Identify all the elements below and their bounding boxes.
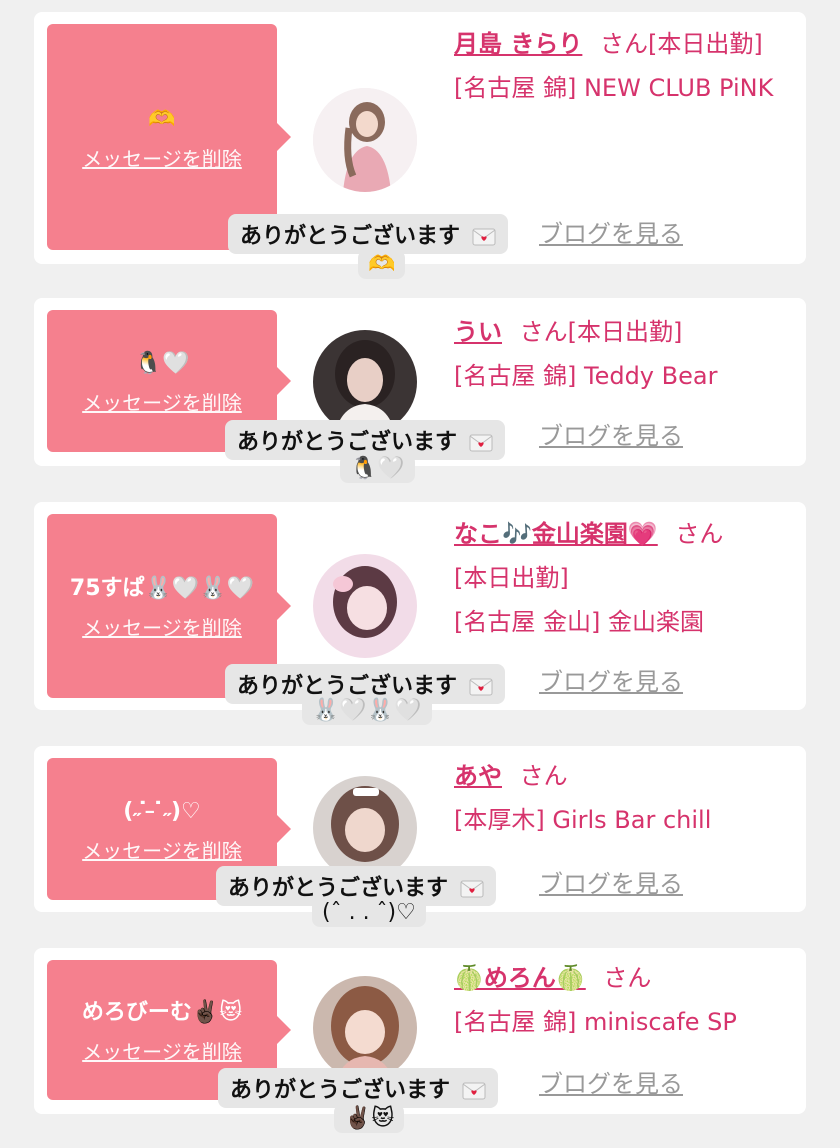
attendance-status: [本日出勤] [454, 564, 569, 592]
cast-name-link[interactable]: 月島 きらり [454, 30, 582, 58]
shop-name: [名古屋 錦] Teddy Bear [454, 362, 718, 390]
cast-name-link[interactable]: 🍈めろん🍈 [454, 964, 586, 992]
message-text: 🐧🤍 [134, 350, 190, 376]
thanks-toast: ありがとうございます [228, 214, 508, 254]
honorific: さん [519, 762, 568, 790]
avatar[interactable] [313, 776, 417, 880]
honorific: さん [675, 520, 724, 548]
delete-message-link[interactable]: メッセージを削除 [82, 387, 242, 416]
avatar[interactable] [313, 554, 417, 658]
delete-message-link[interactable]: メッセージを削除 [82, 143, 242, 172]
love-letter-icon [460, 880, 484, 898]
thanks-text: ありがとうございます [237, 430, 458, 455]
love-letter-icon [472, 228, 496, 246]
cast-info: 🍈めろん🍈 さん [名古屋 錦] miniscafe SP [454, 956, 794, 1044]
thanks-text: ありがとうございます [240, 224, 461, 249]
message-text: めろびーむ✌🏿😻 [81, 999, 243, 1025]
cast-info: うい さん[本日出勤] [名古屋 錦] Teddy Bear [454, 310, 794, 398]
honorific: さん [519, 318, 568, 346]
view-blog-link[interactable]: ブログを見る [539, 1064, 683, 1099]
love-letter-icon [462, 1082, 486, 1100]
cast-name-link[interactable]: うい [454, 318, 502, 346]
avatar[interactable] [313, 330, 417, 434]
shop-name: [本厚木] Girls Bar chill [454, 806, 712, 834]
cast-name-link[interactable]: なこ🎶金山楽園💗 [454, 520, 658, 548]
thanks-toast: ありがとうございます [218, 1068, 498, 1108]
shop-name: [名古屋 錦] NEW CLUB PiNK [454, 74, 774, 102]
message-text: 75すぱ🐰🤍🐰🤍 [69, 575, 255, 601]
delete-message-link[interactable]: メッセージを削除 [82, 835, 242, 864]
thanks-toast-emoji: 🐧🤍 [340, 454, 415, 483]
thanks-toast-emoji: 🐰🤍🐰🤍 [302, 696, 432, 725]
honorific: さん [600, 30, 648, 58]
avatar[interactable] [313, 976, 417, 1080]
message-text: 🫶 [148, 106, 176, 132]
love-letter-icon [469, 434, 493, 452]
cast-info: 月島 きらり さん[本日出勤] [名古屋 錦] NEW CLUB PiNK [454, 22, 794, 110]
attendance-status: [本日出勤] [567, 318, 683, 346]
attendance-status: [本日出勤] [648, 30, 763, 58]
honorific: さん [603, 964, 652, 992]
view-blog-link[interactable]: ブログを見る [539, 214, 683, 249]
thanks-toast-emoji: ✌🏿😻 [334, 1104, 405, 1133]
shop-name: [名古屋 金山] 金山楽園 [454, 608, 704, 636]
shop-name: [名古屋 錦] miniscafe SP [454, 1008, 737, 1036]
thanks-toast-emoji: (ˆ . . ˆ)♡ [312, 898, 426, 927]
thanks-toast-emoji: 🫶 [358, 250, 406, 279]
view-blog-link[interactable]: ブログを見る [539, 416, 683, 451]
cast-name-link[interactable]: あや [454, 762, 502, 790]
message-text: (˶ ̇ ̵ ̇˶)♡ [123, 798, 201, 824]
view-blog-link[interactable]: ブログを見る [539, 662, 683, 697]
thanks-text: ありがとうございます [230, 1078, 451, 1103]
love-letter-icon [469, 678, 493, 696]
avatar[interactable] [313, 88, 417, 192]
cast-info: なこ🎶金山楽園💗 さん [本日出勤] [名古屋 金山] 金山楽園 [454, 512, 794, 644]
delete-message-link[interactable]: メッセージを削除 [82, 1036, 242, 1065]
view-blog-link[interactable]: ブログを見る [539, 864, 683, 899]
cast-info: あや さん [本厚木] Girls Bar chill [454, 754, 794, 842]
delete-message-link[interactable]: メッセージを削除 [82, 612, 242, 641]
